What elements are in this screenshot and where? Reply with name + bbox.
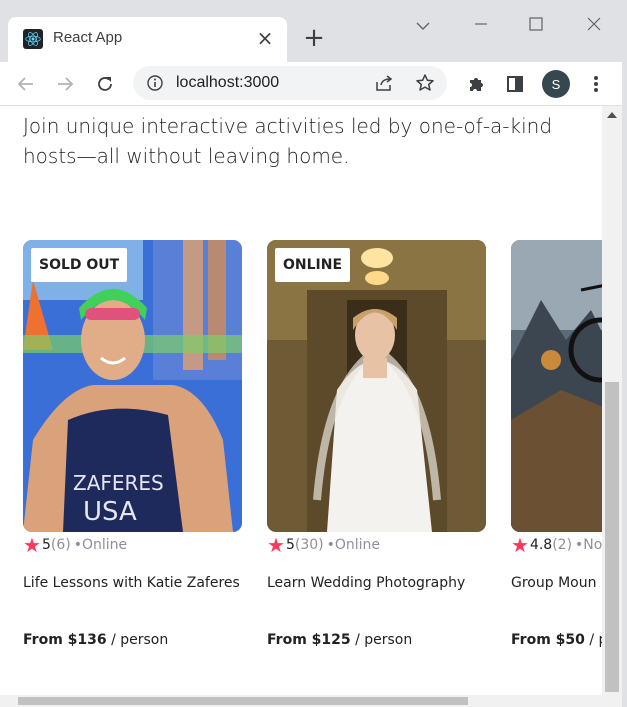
location-text: •Online <box>326 537 381 553</box>
star-icon: ★ <box>23 533 41 557</box>
intro-text: Join unique interactive activities led b… <box>23 114 553 168</box>
review-count: (30) <box>294 537 324 553</box>
card-price: From $125 / person <box>267 632 412 648</box>
price-unit: / person <box>106 632 169 648</box>
rating-value: 5 <box>285 537 295 553</box>
experience-card[interactable]: ONLINE ★ 5 (30) •Online Learn Wedding Ph… <box>267 240 486 648</box>
side-panel-icon[interactable] <box>501 70 529 98</box>
price-amount: From $50 <box>511 632 585 648</box>
page-viewport: Join unique interactive activities led b… <box>0 106 602 695</box>
address-bar[interactable]: localhost:3000 <box>133 66 447 100</box>
maximize-icon[interactable] <box>521 12 551 40</box>
horizontal-scroll-thumb[interactable] <box>18 697 468 705</box>
card-title[interactable]: Life Lessons with Katie Zaferes <box>23 572 242 595</box>
location-text: •No <box>575 537 602 553</box>
window-edge <box>622 0 627 707</box>
bookmark-star-icon[interactable] <box>415 73 435 97</box>
tab-close-icon[interactable]: × <box>255 26 275 50</box>
more-menu-icon[interactable] <box>582 70 610 98</box>
browser-tab[interactable]: React App × <box>8 17 287 62</box>
experience-card[interactable]: ZAFERES USA SOLD OUT ★ 5 (6) •Online Lif… <box>23 240 242 648</box>
card-stats: ★ 4.8 (2) •No <box>511 534 602 556</box>
location-text: •Online <box>73 537 128 553</box>
card-price: From $136 / person <box>23 632 168 648</box>
experience-card[interactable]: ★ 4.8 (2) •No Group Moun From $50 / p <box>511 240 602 648</box>
svg-text:USA: USA <box>83 497 137 527</box>
profile-avatar[interactable]: S <box>542 70 570 98</box>
card-stats: ★ 5 (30) •Online <box>267 534 380 556</box>
review-count: (2) <box>552 537 573 553</box>
react-favicon-icon <box>23 29 43 49</box>
forward-arrow-icon[interactable] <box>51 70 79 98</box>
card-photo-bride[interactable]: ONLINE <box>267 240 486 532</box>
rating-value: 4.8 <box>529 537 553 553</box>
url-text: localhost:3000 <box>176 74 280 91</box>
card-price: From $50 / p <box>511 632 602 648</box>
card-photo-mountain-bike[interactable] <box>511 240 602 532</box>
price-unit: / p <box>589 632 602 648</box>
status-badge: SOLD OUT <box>31 248 128 282</box>
price-unit: / person <box>350 632 413 648</box>
vertical-scroll-thumb[interactable] <box>605 382 619 692</box>
status-badge: ONLINE <box>275 248 351 282</box>
back-arrow-icon[interactable] <box>12 70 40 98</box>
tab-title: React App <box>53 29 123 46</box>
browser-tab-strip: React App × + <box>0 0 627 62</box>
card-title[interactable]: Learn Wedding Photography <box>267 572 486 595</box>
new-tab-icon[interactable]: + <box>300 24 328 52</box>
card-title[interactable]: Group Moun <box>511 572 602 595</box>
price-amount: From $125 <box>267 632 351 648</box>
minimize-icon[interactable] <box>466 12 496 40</box>
tab-search-chevron-icon[interactable] <box>408 12 438 40</box>
star-icon: ★ <box>511 533 529 557</box>
share-icon[interactable] <box>374 74 394 96</box>
reload-icon[interactable] <box>91 70 119 98</box>
vertical-scrollbar[interactable] <box>602 106 622 695</box>
scroll-up-arrow-icon[interactable] <box>607 112 617 118</box>
site-info-icon[interactable] <box>147 75 163 95</box>
star-icon: ★ <box>267 533 285 557</box>
review-count: (6) <box>50 537 71 553</box>
rating-value: 5 <box>41 537 51 553</box>
close-window-icon[interactable] <box>579 12 609 40</box>
svg-text:ZAFERES: ZAFERES <box>73 471 164 495</box>
price-amount: From $136 <box>23 632 107 648</box>
card-stats: ★ 5 (6) •Online <box>23 534 127 556</box>
extensions-puzzle-icon[interactable] <box>462 70 490 98</box>
horizontal-scrollbar[interactable] <box>0 695 622 707</box>
browser-toolbar: localhost:3000 S <box>0 62 627 106</box>
card-photo-athlete[interactable]: ZAFERES USA SOLD OUT <box>23 240 242 532</box>
